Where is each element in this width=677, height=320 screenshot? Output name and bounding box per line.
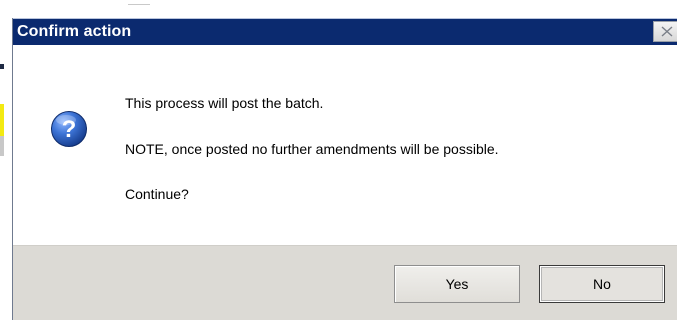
message-line: This process will post the batch.: [125, 95, 324, 111]
dialog-title: Confirm action: [17, 23, 132, 40]
question-icon: ?: [51, 111, 87, 147]
message-line: NOTE, once posted no further amendments …: [125, 141, 499, 157]
yes-button[interactable]: Yes: [394, 265, 520, 303]
background-window-edge: [128, 4, 150, 9]
dialog-content: ? This process will post the batch. NOTE…: [13, 45, 677, 245]
dialog-title-bar[interactable]: Confirm action: [13, 18, 677, 46]
screen: Confirm action ? This process will post …: [0, 0, 677, 320]
background-window-edge: [0, 104, 4, 136]
background-window-edge: [0, 64, 4, 69]
background-window-edge: [0, 136, 4, 156]
close-icon: [661, 26, 673, 37]
confirm-dialog: Confirm action ? This process will post …: [12, 18, 677, 320]
dialog-button-bar: Yes No: [13, 245, 677, 320]
message-line: Continue?: [125, 186, 189, 202]
background-window: [0, 0, 677, 20]
svg-text:?: ?: [62, 116, 77, 143]
close-button[interactable]: [653, 21, 677, 42]
no-button[interactable]: No: [539, 265, 665, 303]
